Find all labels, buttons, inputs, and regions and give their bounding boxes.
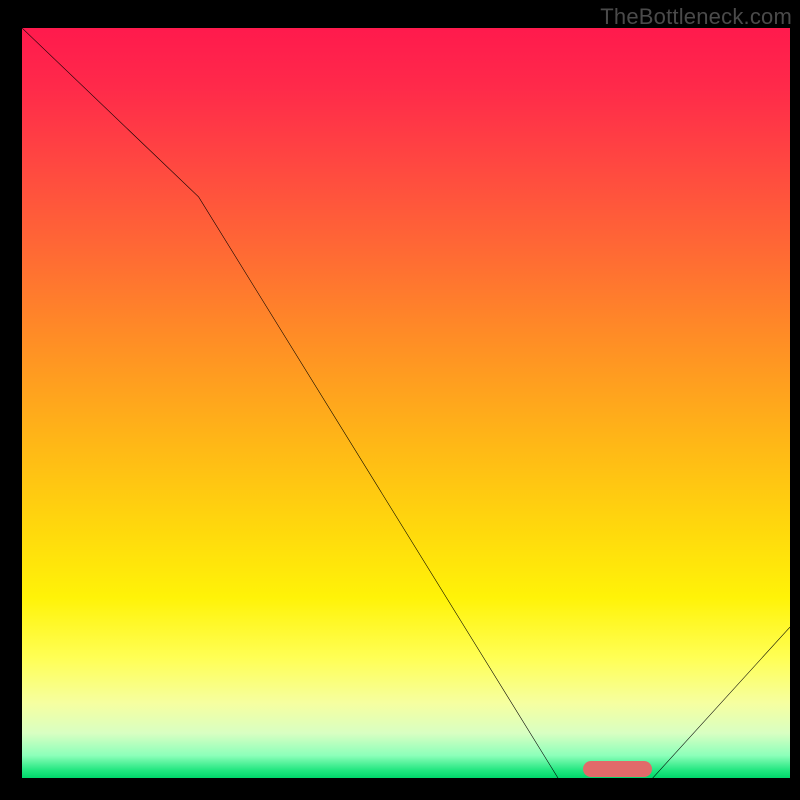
watermark-label: TheBottleneck.com [600, 4, 792, 30]
bottleneck-curve [22, 28, 790, 796]
optimal-range-marker [583, 761, 652, 777]
plot-area [22, 28, 790, 778]
chart-container: TheBottleneck.com [0, 0, 800, 800]
